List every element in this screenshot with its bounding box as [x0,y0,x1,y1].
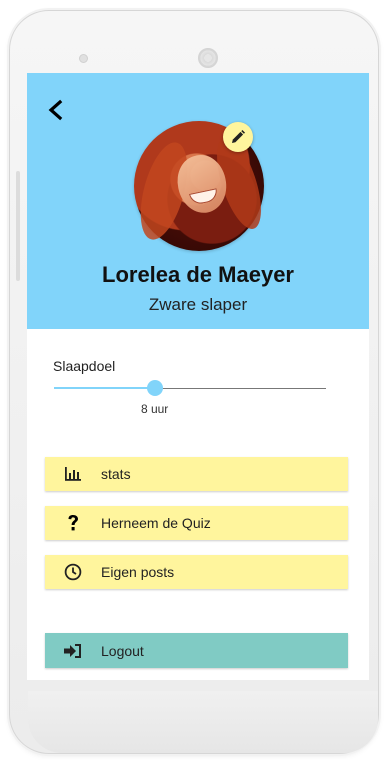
stats-button-label: stats [101,466,131,482]
profile-name: Lorelea de Maeyer [102,262,294,287]
earpiece-speaker [198,48,218,68]
app-screen: Lorelea de Maeyer Zware slaper Slaapdoel… [27,73,369,680]
front-camera [79,54,88,63]
pencil-icon [232,130,245,143]
profile-subtitle: Zware slaper [148,295,248,314]
phone-chin [28,691,378,753]
own-posts-button[interactable]: Eigen posts [45,555,348,589]
sleep-goal-slider-fill [54,387,155,389]
sleep-goal-value: 8 uur [140,402,169,416]
logout-button-label: Logout [101,642,144,659]
sign-out-icon [45,643,101,659]
question-mark-icon [45,514,101,532]
retake-quiz-button[interactable]: Herneem de Quiz [45,506,348,540]
bar-chart-icon [45,467,101,481]
stats-button[interactable]: stats [45,457,348,491]
edit-avatar-button[interactable] [223,122,253,152]
own-posts-button-label: Eigen posts [101,564,175,580]
back-arrow-icon[interactable] [45,99,67,121]
profile-header: Lorelea de Maeyer Zware slaper [27,73,369,329]
sleep-goal-label: Slaapdoel [53,358,116,374]
logout-button[interactable]: Logout [45,633,348,668]
retake-quiz-button-label: Herneem de Quiz [101,515,211,531]
side-button [16,171,20,281]
sleep-goal-slider-thumb[interactable] [146,380,163,396]
clock-icon [45,563,101,581]
